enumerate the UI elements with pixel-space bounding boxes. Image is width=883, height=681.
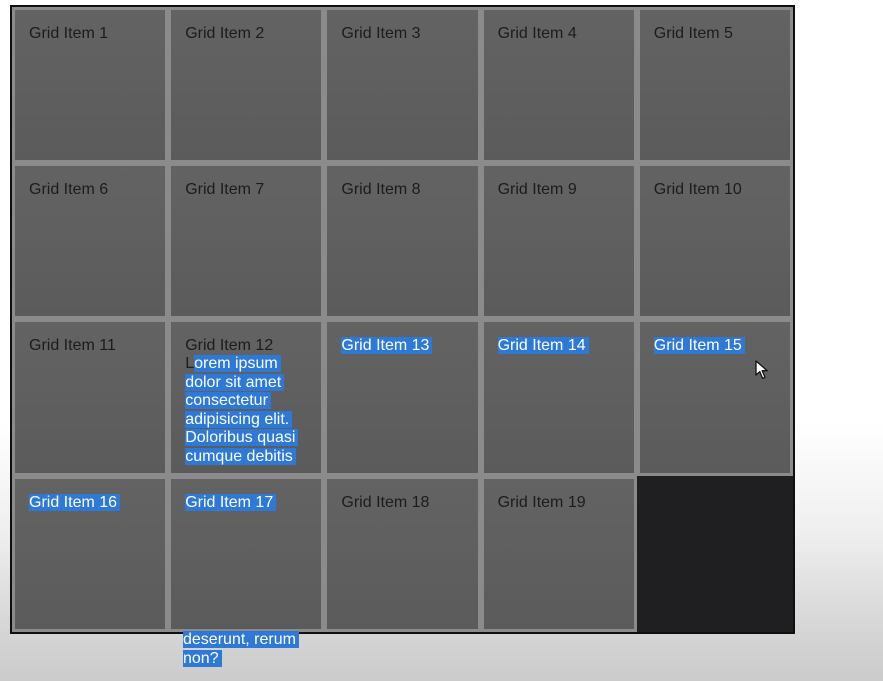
empty-grid-cell	[637, 476, 793, 632]
grid-item-title: Grid Item 12	[185, 337, 274, 354]
grid-item-7: Grid Item 7	[168, 163, 325, 319]
grid-item-title: Grid Item 7	[185, 181, 265, 198]
grid-item-17: Grid Item 17	[168, 476, 325, 632]
grid-item-2: Grid Item 2	[168, 7, 325, 163]
grid-item-5: Grid Item 5	[636, 7, 793, 163]
grid-item-16: Grid Item 16	[12, 476, 169, 632]
grid-item-title: Grid Item 1	[29, 25, 109, 42]
body-text-unselected: L	[185, 355, 195, 372]
grid-item-title: Grid Item 10	[653, 181, 742, 198]
overflow-selected-text: deserunt, rerum non?	[183, 631, 299, 667]
grid-item-title: Grid Item 5	[653, 25, 733, 42]
grid-item-title: Grid Item 15	[653, 337, 745, 354]
grid-item-title: Grid Item 18	[341, 494, 430, 511]
grid-item-10: Grid Item 10	[636, 163, 793, 319]
grid-item-title: Grid Item 3	[341, 25, 421, 42]
grid-item-title: Grid Item 11	[29, 337, 116, 354]
grid-item-body-text: Lorem ipsum dolor sit amet consectetur a…	[185, 355, 305, 465]
grid-item-12: Grid Item 12 Lorem ipsum dolor sit amet …	[168, 319, 325, 476]
grid-item-title: Grid Item 19	[497, 494, 586, 511]
grid-item-9: Grid Item 9	[480, 163, 637, 319]
grid-item-title: Grid Item 17	[185, 494, 277, 511]
grid-item-title: Grid Item 14	[497, 337, 589, 354]
grid-item-13: Grid Item 13	[324, 319, 481, 476]
overflow-text: deserunt, rerum non?	[183, 631, 303, 668]
grid-item-3: Grid Item 3	[324, 7, 481, 163]
grid-item-title: Grid Item 8	[341, 181, 421, 198]
grid-item-6: Grid Item 6	[12, 163, 169, 319]
grid-item-4: Grid Item 4	[480, 7, 637, 163]
grid-item-title: Grid Item 16	[29, 494, 121, 511]
grid-item-11: Grid Item 11	[12, 319, 169, 476]
grid-item-1: Grid Item 1	[12, 7, 169, 163]
mouse-pointer-icon	[755, 360, 768, 380]
grid-item-title: Grid Item 9	[497, 181, 577, 198]
browser-viewport: Grid Item 1 Grid Item 2 Grid Item 3 Grid…	[0, 0, 883, 681]
body-text-selected: orem ipsum dolor sit amet consectetur ad…	[185, 355, 299, 465]
grid-item-title: Grid Item 6	[29, 181, 109, 198]
grid-item-title: Grid Item 4	[497, 25, 577, 42]
grid-item-title: Grid Item 2	[185, 25, 265, 42]
grid-item-title: Grid Item 13	[341, 337, 433, 354]
grid-item-19: Grid Item 19	[480, 476, 637, 632]
grid-item-8: Grid Item 8	[324, 163, 481, 319]
grid-container: Grid Item 1 Grid Item 2 Grid Item 3 Grid…	[10, 5, 795, 634]
grid-item-14: Grid Item 14	[480, 319, 637, 476]
grid-item-15: Grid Item 15	[636, 319, 793, 476]
grid-item-18: Grid Item 18	[324, 476, 481, 632]
